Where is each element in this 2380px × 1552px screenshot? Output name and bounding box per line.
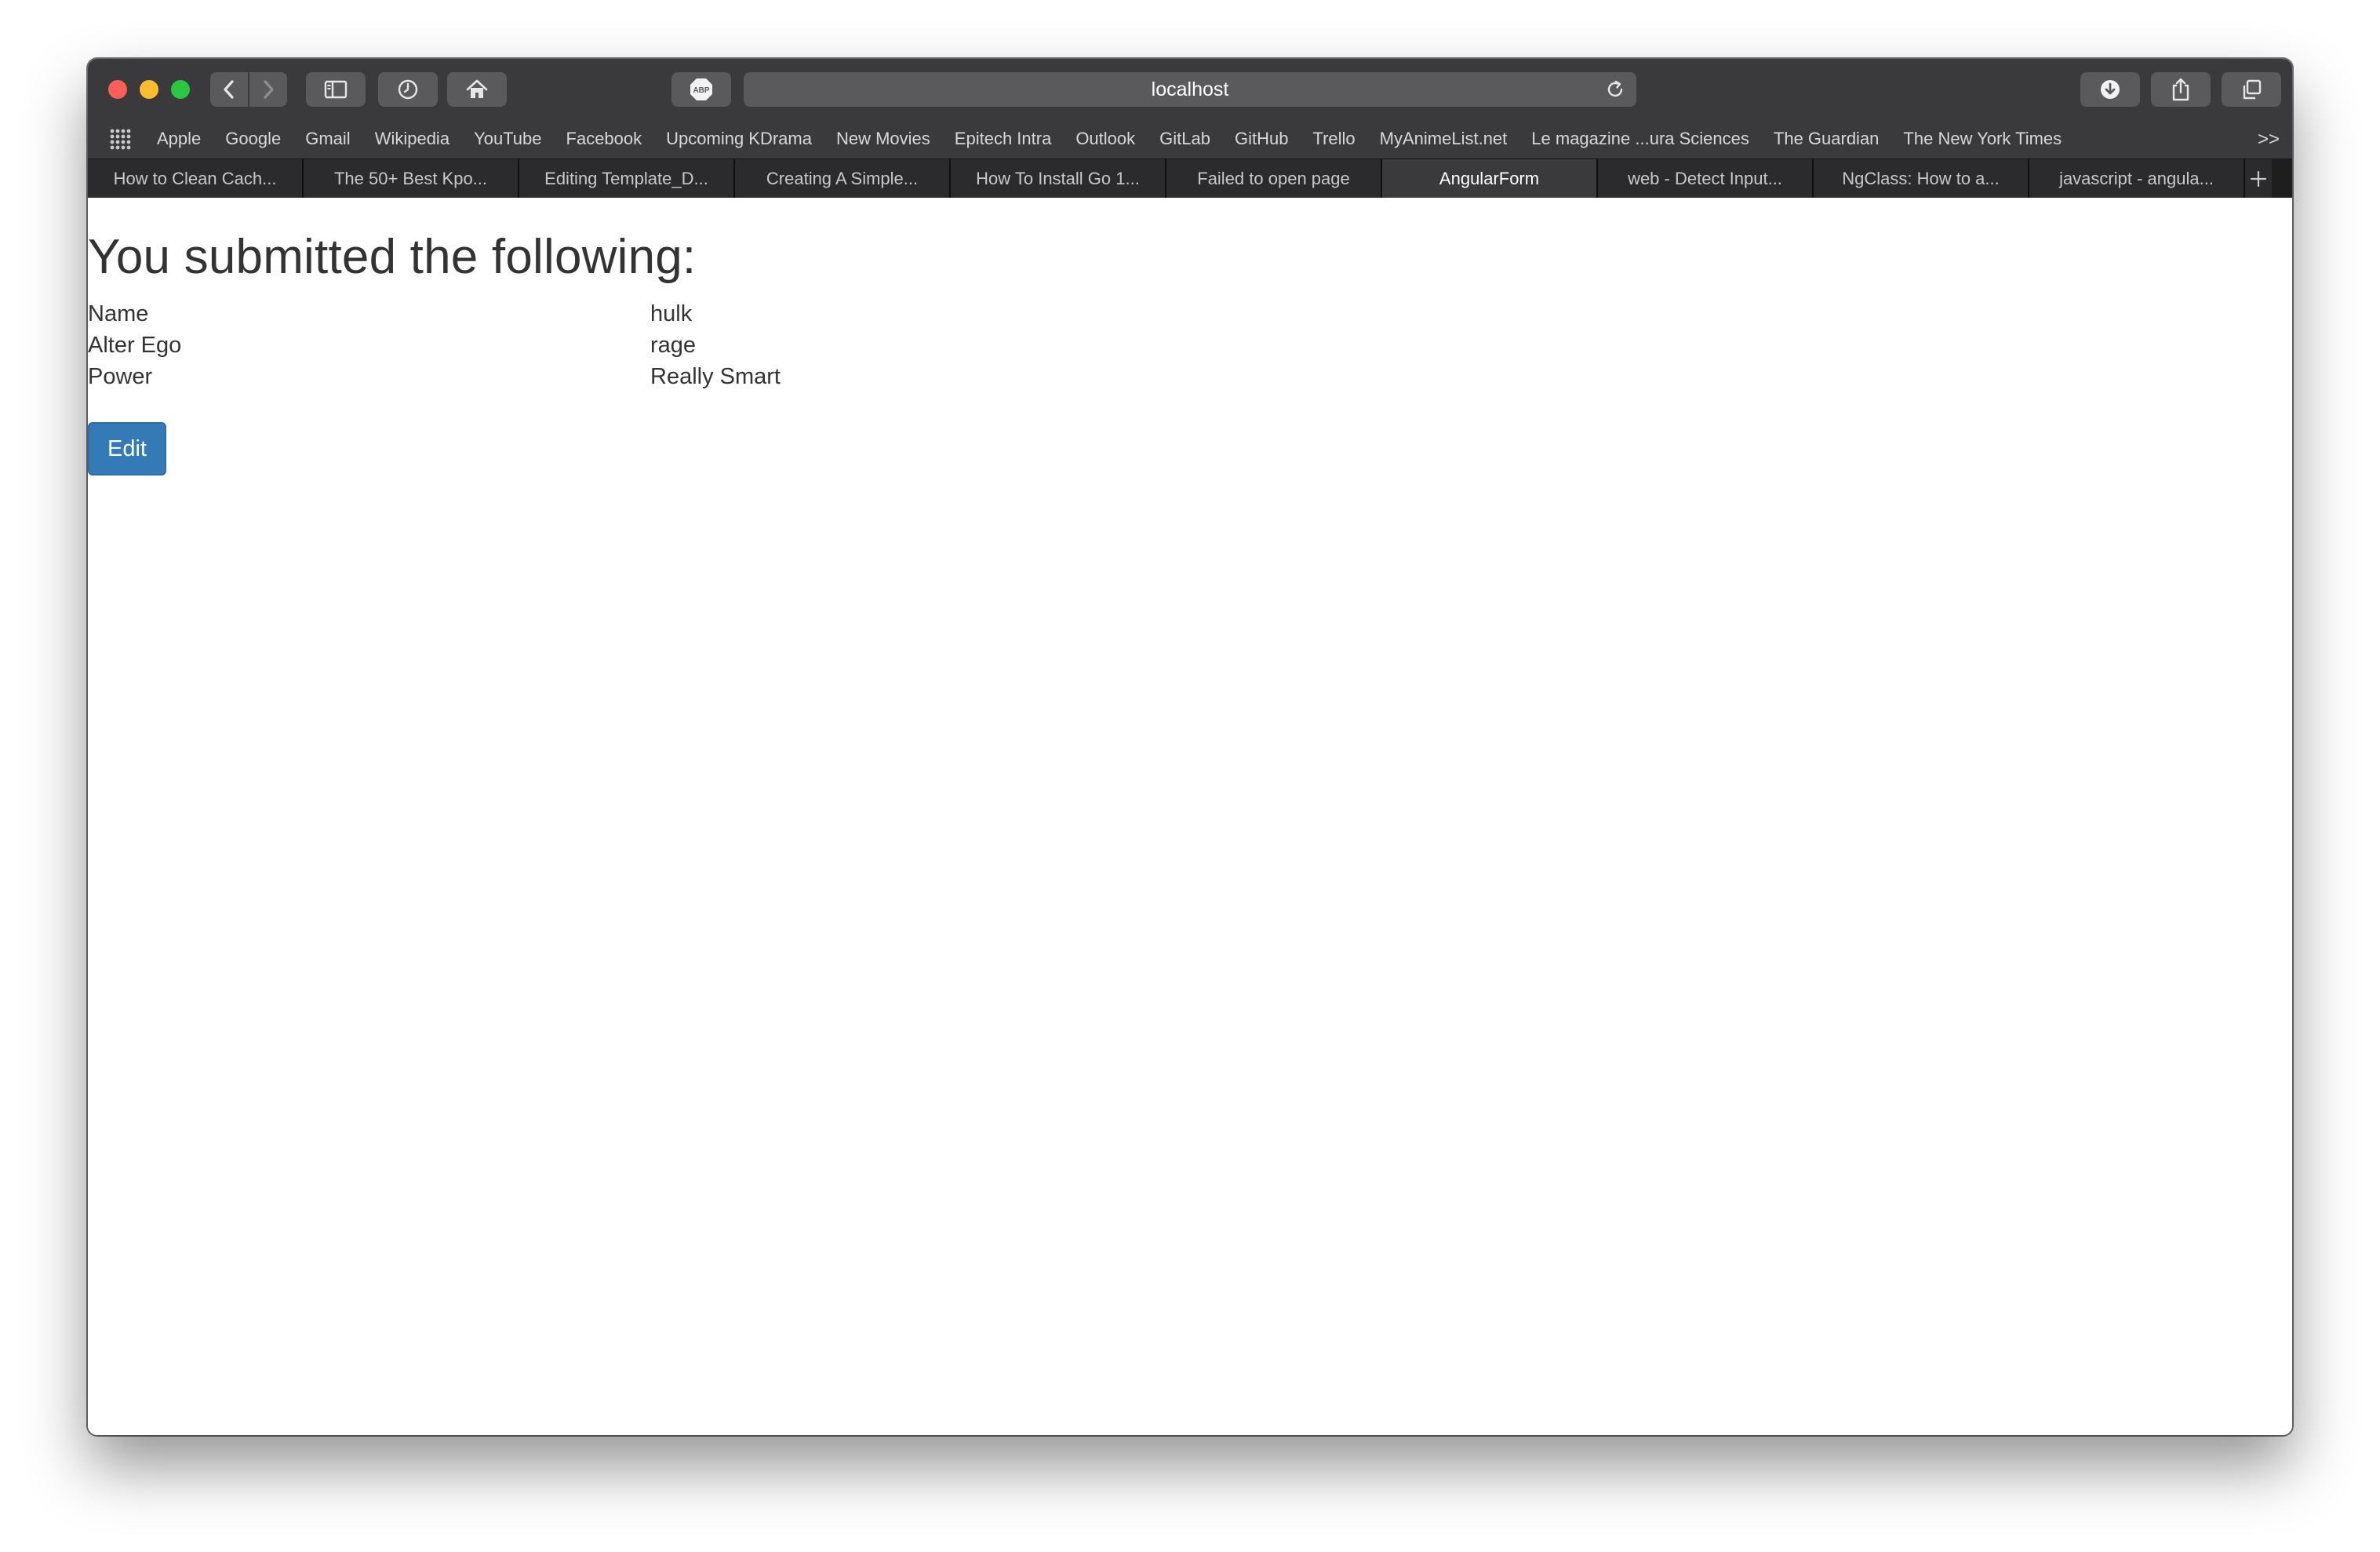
bookmark-new-movies[interactable]: New Movies: [836, 129, 930, 149]
bookmark-outlook[interactable]: Outlook: [1075, 129, 1135, 149]
field-value: Really Smart: [650, 364, 781, 389]
browser-toolbar: ABP localhost: [88, 59, 2292, 119]
bookmark-nytimes[interactable]: The New York Times: [1903, 129, 2062, 149]
share-button[interactable]: [2151, 72, 2211, 107]
bookmark-apple[interactable]: Apple: [157, 129, 201, 149]
page-title: You submitted the following:: [88, 230, 697, 284]
tab-install-go[interactable]: How To Install Go 1...: [951, 159, 1166, 199]
zoom-window-button[interactable]: [171, 80, 190, 99]
share-icon: [2172, 78, 2189, 101]
close-window-button[interactable]: [108, 80, 127, 99]
tab-ngclass[interactable]: NgClass: How to a...: [1814, 159, 2029, 199]
chevron-right-icon: [264, 80, 274, 99]
home-button[interactable]: [447, 72, 507, 107]
bookmark-upcoming-kdrama[interactable]: Upcoming KDrama: [666, 129, 812, 149]
edit-button[interactable]: Edit: [88, 422, 166, 475]
address-text: localhost: [1151, 78, 1229, 100]
bookmark-youtube[interactable]: YouTube: [474, 129, 541, 149]
tabs-overview-icon: [2243, 79, 2262, 100]
minimize-window-button[interactable]: [140, 80, 158, 99]
bookmark-the-guardian[interactable]: The Guardian: [1774, 129, 1880, 149]
tab-bar: How to Clean Cach... The 50+ Best Kpo...…: [88, 158, 2292, 199]
page-content: You submitted the following: Name hulk A…: [88, 198, 2292, 1435]
new-tab-button[interactable]: [2245, 159, 2272, 199]
tab-kpop[interactable]: The 50+ Best Kpo...: [304, 159, 519, 199]
address-bar[interactable]: localhost: [744, 72, 1636, 107]
tab-clean-cache[interactable]: How to Clean Cach...: [88, 159, 304, 199]
clock-icon: [398, 79, 418, 100]
more-bookmarks-label: >>: [2257, 129, 2280, 150]
bookmark-facebook[interactable]: Facebook: [566, 129, 642, 149]
home-icon: [466, 79, 488, 98]
adblock-label: ABP: [693, 86, 709, 95]
bookmark-myanimelist[interactable]: MyAnimeList.net: [1380, 129, 1508, 149]
download-icon: [2101, 80, 2120, 99]
browser-window: ABP localhost Apple Google Gmail Wikiped…: [88, 59, 2292, 1435]
chevron-left-icon: [224, 80, 234, 99]
sidebar-icon: [324, 80, 348, 99]
back-button[interactable]: [210, 72, 248, 107]
field-label: Name: [88, 301, 149, 326]
field-value: hulk: [650, 301, 693, 326]
bookmark-github[interactable]: GitHub: [1235, 129, 1288, 149]
show-tabs-button[interactable]: [2222, 72, 2281, 107]
forward-button[interactable]: [249, 72, 287, 107]
reload-icon[interactable]: [1605, 79, 1625, 100]
adblock-icon: ABP: [690, 78, 712, 100]
history-button[interactable]: [378, 72, 438, 107]
tab-failed-open[interactable]: Failed to open page: [1166, 159, 1382, 199]
bookmark-le-magazine[interactable]: Le magazine ...ura Sciences: [1531, 129, 1749, 149]
bookmark-wikipedia[interactable]: Wikipedia: [375, 129, 449, 149]
plus-icon: [2250, 170, 2267, 188]
bookmark-google[interactable]: Google: [225, 129, 281, 149]
tab-creating-simple[interactable]: Creating A Simple...: [735, 159, 951, 199]
more-bookmarks-button[interactable]: >>: [2258, 129, 2280, 151]
tab-detect-input[interactable]: web - Detect Input...: [1598, 159, 1814, 199]
bookmark-epitech-intra[interactable]: Epitech Intra: [955, 129, 1052, 149]
downloads-button[interactable]: [2080, 72, 2140, 107]
bookmark-gmail[interactable]: Gmail: [305, 129, 350, 149]
adblock-button[interactable]: ABP: [671, 72, 731, 107]
tab-editing-template[interactable]: Editing Template_D...: [519, 159, 735, 199]
field-label: Power: [88, 364, 153, 389]
tab-javascript-angular[interactable]: javascript - angula...: [2029, 159, 2245, 199]
tab-angularform[interactable]: AngularForm: [1382, 159, 1598, 199]
bookmarks-bar: Apple Google Gmail Wikipedia YouTube Fac…: [88, 119, 2292, 158]
field-value: rage: [650, 333, 697, 358]
field-label: Alter Ego: [88, 333, 182, 358]
desktop: ABP localhost Apple Google Gmail Wikiped…: [0, 0, 2380, 1552]
bookmark-gitlab[interactable]: GitLab: [1159, 129, 1210, 149]
bookmark-trello[interactable]: Trello: [1312, 129, 1355, 149]
grid-icon[interactable]: [108, 127, 132, 151]
sidebar-toggle-button[interactable]: [306, 72, 366, 107]
